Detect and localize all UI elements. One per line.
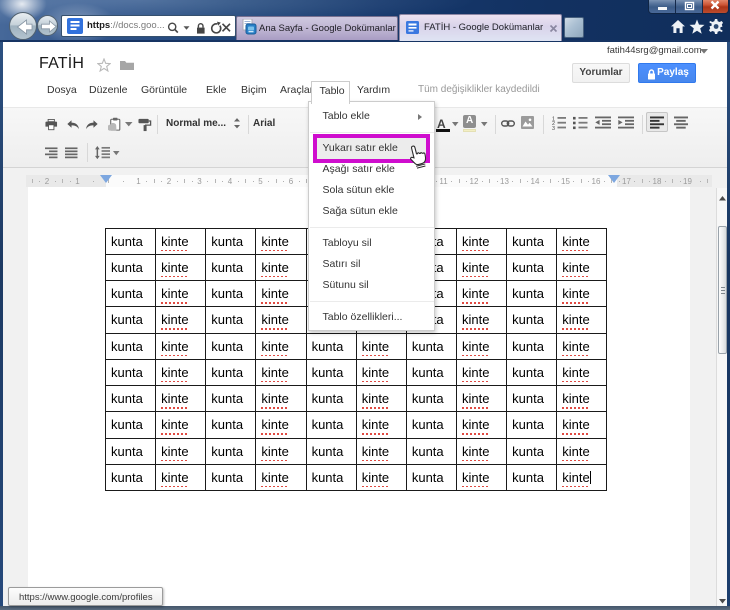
svg-text:3: 3: [552, 126, 555, 130]
